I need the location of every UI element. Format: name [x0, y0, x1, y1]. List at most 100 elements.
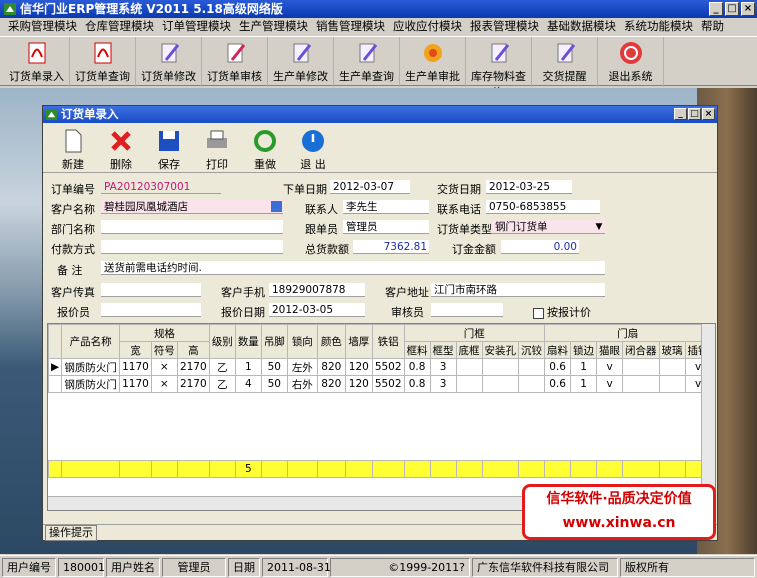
address-field[interactable]: 江门市南环路: [431, 283, 605, 297]
quote-date-field[interactable]: 2012-03-05: [269, 303, 365, 317]
order-no-field[interactable]: PA20120307001: [101, 180, 221, 194]
col-symbol[interactable]: 符号: [150, 341, 178, 359]
col-frame-material[interactable]: 框料: [403, 341, 431, 359]
table-cell[interactable]: 820: [316, 375, 346, 393]
table-cell[interactable]: [658, 358, 686, 376]
menu-item-8[interactable]: 系统功能模块: [620, 18, 697, 35]
auditor-field[interactable]: [431, 303, 503, 317]
table-row[interactable]: ▶ 钢质防火门 1170 × 2170 乙 1 50 左外 820 120 5502 0.8 3 0.6 1 v…: [48, 358, 712, 376]
col-height[interactable]: 高: [176, 341, 210, 359]
toolbar-button-1[interactable]: 订货单查询: [70, 37, 136, 87]
table-cell[interactable]: v: [596, 358, 624, 376]
toolbar-button-9[interactable]: 退出系统: [598, 37, 664, 87]
table-cell[interactable]: [455, 375, 483, 393]
col-frame-type[interactable]: 框型: [429, 341, 457, 359]
table-cell[interactable]: 钢质防火门: [61, 358, 121, 376]
delivery-date-field[interactable]: 2012-03-25: [486, 180, 572, 194]
menu-item-5[interactable]: 应收应付模块: [389, 18, 466, 35]
deposit-field[interactable]: 0.00: [501, 240, 579, 254]
toolbar-button-3[interactable]: 订货单审核: [202, 37, 268, 87]
payment-field[interactable]: [101, 240, 283, 254]
table-cell[interactable]: 0.6: [544, 358, 572, 376]
table-cell[interactable]: ×: [150, 358, 178, 376]
dialog-close-button[interactable]: ×: [702, 108, 715, 120]
dept-field[interactable]: [101, 220, 283, 234]
table-cell[interactable]: ×: [150, 375, 178, 393]
table-cell[interactable]: v: [596, 375, 624, 393]
redo-button[interactable]: 重做: [241, 127, 289, 172]
menu-item-7[interactable]: 基础数据模块: [543, 18, 620, 35]
remark-field[interactable]: 送货前需电话约时间.: [101, 261, 605, 275]
col-glass[interactable]: 玻璃: [658, 341, 686, 359]
table-cell[interactable]: 3: [429, 358, 457, 376]
exit-button[interactable]: 退 出: [289, 127, 337, 172]
table-cell[interactable]: 2170: [176, 358, 210, 376]
grid-vertical-scrollbar[interactable]: [701, 324, 715, 510]
quoter-field[interactable]: [101, 303, 201, 317]
menu-item-3[interactable]: 生产管理模块: [235, 18, 312, 35]
col-lock-dir[interactable]: 锁向: [286, 324, 318, 359]
follower-field[interactable]: 管理员: [343, 220, 429, 234]
table-cell[interactable]: 0.6: [544, 375, 572, 393]
close-button[interactable]: ×: [741, 2, 755, 16]
table-cell[interactable]: 钢质防火门: [61, 375, 121, 393]
table-cell[interactable]: 820: [316, 358, 346, 376]
col-hinge[interactable]: 沉铰: [518, 341, 546, 359]
table-cell[interactable]: 120: [344, 358, 373, 376]
col-lock-edge[interactable]: 锁边: [570, 341, 598, 359]
toolbar-button-4[interactable]: 生产单修改: [268, 37, 334, 87]
total-field[interactable]: 7362.81: [353, 240, 429, 254]
col-leaf-material[interactable]: 扇料: [544, 341, 572, 359]
col-hardware[interactable]: 铁铝: [371, 324, 405, 359]
table-cell[interactable]: 乙: [208, 375, 236, 393]
table-cell[interactable]: [518, 358, 546, 376]
order-type-select[interactable]: 钢门订货单: [492, 220, 605, 234]
dialog-maximize-button[interactable]: □: [688, 108, 701, 120]
toolbar-button-7[interactable]: 库存物料查询: [466, 37, 532, 99]
table-cell[interactable]: 1: [570, 358, 598, 376]
table-cell[interactable]: 0.8: [403, 375, 431, 393]
table-cell[interactable]: 4: [234, 375, 262, 393]
table-row[interactable]: 钢质防火门 1170 × 2170 乙 4 50 右外 820 120 5502 0.8 3 0.6 1 v v: [48, 375, 712, 393]
col-foot[interactable]: 吊脚: [260, 324, 288, 359]
toolbar-button-5[interactable]: 生产单查询: [334, 37, 400, 87]
table-cell[interactable]: 1170: [119, 375, 152, 393]
quote-price-checkbox[interactable]: 按报计价: [533, 304, 591, 320]
col-level[interactable]: 级别: [208, 324, 236, 359]
dialog-minimize-button[interactable]: _: [674, 108, 687, 120]
table-cell[interactable]: 左外: [286, 358, 318, 376]
table-cell[interactable]: 乙: [208, 358, 236, 376]
col-color[interactable]: 颜色: [316, 324, 346, 359]
toolbar-button-6[interactable]: 生产单审批: [400, 37, 466, 87]
table-cell[interactable]: 50: [260, 375, 288, 393]
print-button[interactable]: 打印: [193, 127, 241, 172]
checkbox-box[interactable]: [533, 307, 544, 319]
table-cell[interactable]: [658, 375, 686, 393]
col-qty[interactable]: 数量: [234, 324, 262, 359]
save-button[interactable]: 保存: [145, 127, 193, 172]
menu-item-4[interactable]: 销售管理模块: [312, 18, 389, 35]
ops-tip-tab[interactable]: 操作提示: [45, 525, 97, 541]
col-closer[interactable]: 闭合器: [622, 341, 660, 359]
fax-field[interactable]: [101, 283, 201, 297]
table-cell[interactable]: 1: [570, 375, 598, 393]
toolbar-button-2[interactable]: 订货单修改: [136, 37, 202, 87]
table-cell[interactable]: [622, 358, 660, 376]
contact-field[interactable]: 李先生: [343, 200, 429, 214]
maximize-button[interactable]: □: [725, 2, 739, 16]
col-bottom-frame[interactable]: 底框: [455, 341, 483, 359]
table-cell[interactable]: [481, 375, 520, 393]
table-cell[interactable]: 1: [234, 358, 262, 376]
menu-item-6[interactable]: 报表管理模块: [466, 18, 543, 35]
col-wall[interactable]: 墙厚: [344, 324, 373, 359]
menu-item-2[interactable]: 订单管理模块: [158, 18, 235, 35]
menu-item-9[interactable]: 帮助: [697, 18, 728, 35]
menu-item-1[interactable]: 仓库管理模块: [81, 18, 158, 35]
toolbar-button-0[interactable]: 订货单录入: [4, 37, 70, 87]
table-cell[interactable]: 0.8: [403, 358, 431, 376]
table-cell[interactable]: 5502: [371, 358, 405, 376]
col-width[interactable]: 宽: [119, 341, 152, 359]
col-install-hole[interactable]: 安装孔: [481, 341, 520, 359]
col-product-name[interactable]: 产品名称: [61, 324, 121, 359]
table-cell[interactable]: [518, 375, 546, 393]
